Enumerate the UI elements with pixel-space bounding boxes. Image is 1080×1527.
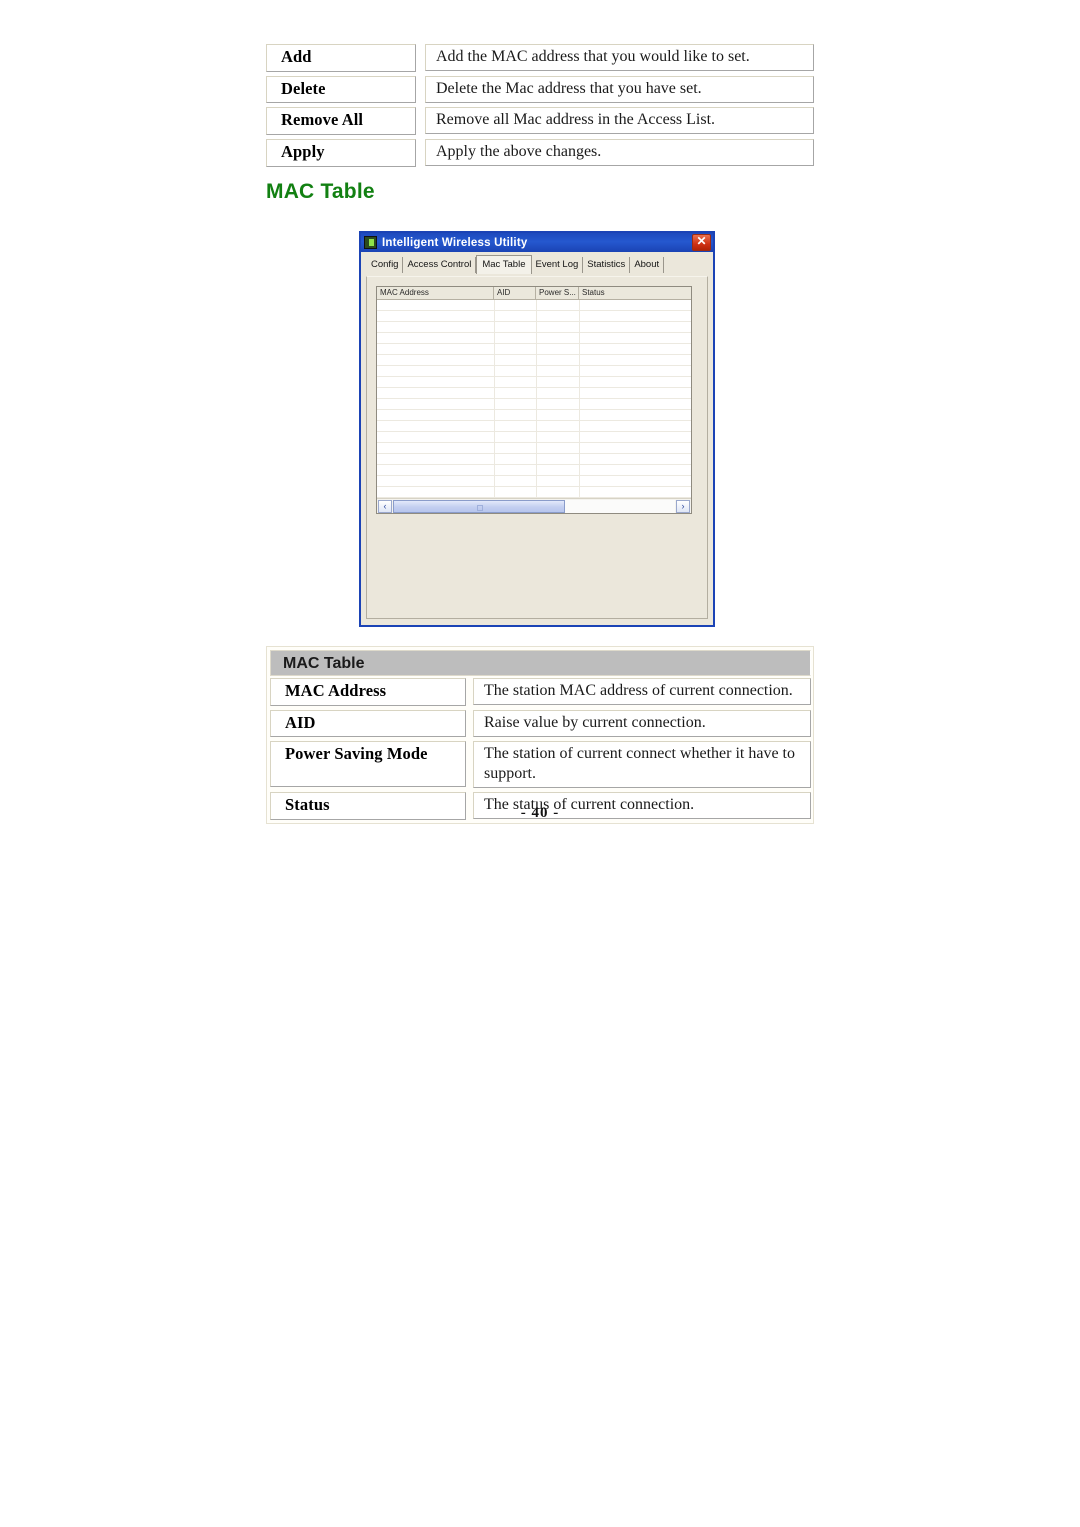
mac-table-panel: MAC Address AID Power S... Status ‹ ›	[366, 276, 708, 619]
list-item[interactable]	[377, 377, 691, 388]
tab-config[interactable]: Config	[367, 257, 404, 273]
listview-header: MAC Address AID Power S... Status	[377, 287, 691, 300]
column-header-status[interactable]: Status	[579, 287, 691, 299]
list-item[interactable]	[377, 366, 691, 377]
scroll-left-icon[interactable]: ‹	[378, 499, 392, 513]
field-name: AID	[270, 709, 466, 738]
table-row: Apply Apply the above changes.	[266, 138, 814, 167]
column-divider	[579, 300, 580, 498]
column-divider	[536, 300, 537, 498]
table-row: MAC Address The station MAC address of c…	[270, 678, 811, 706]
operation-description: Apply the above changes.	[425, 138, 814, 166]
scroll-right-icon[interactable]: ›	[676, 499, 690, 513]
field-description: The station of current connect whether i…	[473, 741, 811, 789]
list-item[interactable]	[377, 487, 691, 498]
column-header-aid[interactable]: AID	[494, 287, 536, 299]
list-item[interactable]	[377, 410, 691, 421]
mac-table-description-block: MAC Table MAC Address The station MAC ad…	[266, 646, 814, 824]
list-item[interactable]	[377, 476, 691, 487]
field-description: Raise value by current connection.	[473, 709, 811, 737]
list-item[interactable]	[377, 399, 691, 410]
tab-about[interactable]: About	[630, 257, 665, 273]
scrollbar-thumb[interactable]	[393, 499, 566, 513]
tab-bar: Config Access Control Mac Table Event Lo…	[361, 252, 713, 274]
window-titlebar: Intelligent Wireless Utility ✕	[361, 233, 713, 252]
mac-table-listview[interactable]: MAC Address AID Power S... Status ‹ ›	[376, 286, 692, 514]
operation-name: Apply	[266, 138, 416, 167]
page-title: MAC Table	[266, 180, 375, 203]
horizontal-scrollbar[interactable]: ‹ ›	[377, 498, 691, 513]
page-number: - 40 -	[520, 805, 560, 821]
listview-rows-empty[interactable]	[377, 300, 691, 498]
list-item[interactable]	[377, 311, 691, 322]
operation-name: Remove All	[266, 107, 416, 135]
window-title: Intelligent Wireless Utility	[382, 236, 528, 249]
close-icon[interactable]: ✕	[692, 234, 711, 251]
table-row: Add Add the MAC address that you would l…	[266, 44, 814, 72]
list-item[interactable]	[377, 454, 691, 465]
scrollbar-track[interactable]	[393, 499, 675, 513]
field-description: The station MAC address of current conne…	[473, 678, 811, 705]
list-item[interactable]	[377, 333, 691, 344]
app-icon	[364, 236, 377, 249]
list-item[interactable]	[377, 355, 691, 366]
table-row: Delete Delete the Mac address that you h…	[266, 75, 814, 104]
mac-table-desc-header: MAC Table	[270, 650, 811, 676]
operations-description-table: Add Add the MAC address that you would l…	[266, 44, 814, 167]
column-header-mac-address[interactable]: MAC Address	[377, 287, 494, 299]
operation-name: Add	[266, 44, 416, 72]
list-item[interactable]	[377, 421, 691, 432]
operation-description: Remove all Mac address in the Access Lis…	[425, 107, 814, 135]
list-item[interactable]	[377, 300, 691, 311]
list-item[interactable]	[377, 443, 691, 454]
table-row: Remove All Remove all Mac address in the…	[266, 107, 814, 135]
operation-name: Delete	[266, 75, 416, 104]
list-item[interactable]	[377, 388, 691, 399]
operation-description: Add the MAC address that you would like …	[425, 44, 814, 71]
column-header-power-saving[interactable]: Power S...	[536, 287, 579, 299]
list-item[interactable]	[377, 432, 691, 443]
table-row: Power Saving Mode The station of current…	[270, 741, 811, 789]
field-name: Power Saving Mode	[270, 741, 466, 788]
intelligent-wireless-utility-window: Intelligent Wireless Utility ✕ Config Ac…	[359, 231, 715, 627]
operation-description: Delete the Mac address that you have set…	[425, 75, 814, 103]
list-item[interactable]	[377, 465, 691, 476]
column-divider	[494, 300, 495, 498]
tab-access-control[interactable]: Access Control	[403, 257, 477, 273]
list-item[interactable]	[377, 322, 691, 333]
table-row: AID Raise value by current connection.	[270, 709, 811, 738]
field-name: MAC Address	[270, 678, 466, 706]
mac-table-description-table: MAC Address The station MAC address of c…	[270, 678, 811, 820]
list-item[interactable]	[377, 344, 691, 355]
tab-event-log[interactable]: Event Log	[532, 257, 584, 273]
tab-mac-table[interactable]: Mac Table	[476, 255, 532, 274]
tab-statistics[interactable]: Statistics	[583, 257, 631, 273]
